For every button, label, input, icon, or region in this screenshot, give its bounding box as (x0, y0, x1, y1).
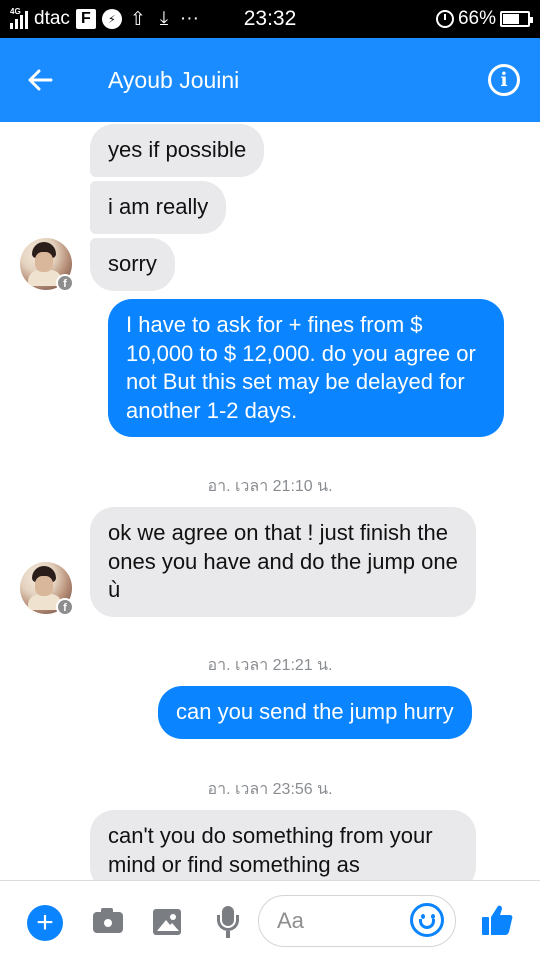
upload-notification-icon: ⇧ (129, 8, 146, 30)
timestamp: อา. เวลา 21:10 น. (207, 478, 333, 495)
status-bar: 4G dtac F ⚡ ⇧ ⤓ ··· 23:32 66% (0, 0, 540, 38)
camera-button[interactable] (91, 905, 125, 939)
back-button[interactable] (0, 38, 80, 122)
contact-name[interactable]: Ayoub Jouini (108, 67, 488, 94)
contact-avatar[interactable]: f (20, 238, 74, 292)
incoming-message[interactable]: sorry (90, 238, 175, 291)
battery-percent: 66% (457, 8, 496, 29)
facebook-badge-icon: f (56, 274, 74, 292)
messenger-notification-icon: ⚡ (101, 9, 122, 29)
like-button[interactable] (480, 903, 516, 939)
facebook-notification-icon: F (75, 9, 96, 29)
signal-icon: 4G (10, 7, 28, 29)
contact-avatar[interactable]: f (20, 562, 74, 616)
network-type: 4G (10, 7, 21, 16)
info-button[interactable]: i (488, 64, 520, 96)
outgoing-message[interactable]: I have to ask for + fines from $ 10,000 … (108, 299, 504, 437)
more-notifications: ··· (179, 8, 199, 29)
timestamp: อา. เวลา 21:21 น. (207, 657, 333, 674)
incoming-message[interactable]: can't you do something from your mind or… (90, 810, 476, 880)
message-composer: + Aa (0, 880, 540, 960)
more-actions-button[interactable]: + (27, 905, 63, 941)
incoming-message[interactable]: i am really (90, 181, 227, 234)
conversation-header: Ayoub Jouini i (0, 38, 540, 122)
image-icon (153, 909, 181, 935)
gallery-button[interactable] (151, 905, 185, 939)
alarm-icon (435, 10, 454, 28)
download-notification-icon: ⤓ (159, 8, 169, 29)
status-right: 66% (435, 8, 533, 30)
plus-icon: + (36, 906, 54, 939)
incoming-message[interactable]: yes if possible (90, 124, 265, 177)
incoming-message[interactable]: ok we agree on that ! just finish the on… (90, 507, 476, 617)
timestamp: อา. เวลา 23:56 น. (207, 781, 333, 798)
message-input-placeholder: Aa (277, 908, 304, 933)
outgoing-message[interactable]: can you send the jump hurry (158, 686, 472, 739)
emoji-button[interactable] (410, 903, 444, 937)
arrow-left-icon (28, 69, 53, 91)
status-left: 4G dtac F ⚡ ⇧ ⤓ ··· (10, 7, 199, 30)
voice-button[interactable] (211, 905, 245, 939)
info-icon: i (500, 69, 508, 91)
facebook-badge-icon: f (56, 598, 74, 616)
battery-icon (500, 11, 533, 27)
thumbs-up-icon (482, 905, 513, 935)
message-list[interactable]: yes if possible i am really sorry f I ha… (0, 122, 540, 880)
carrier-name: dtac (34, 8, 70, 29)
